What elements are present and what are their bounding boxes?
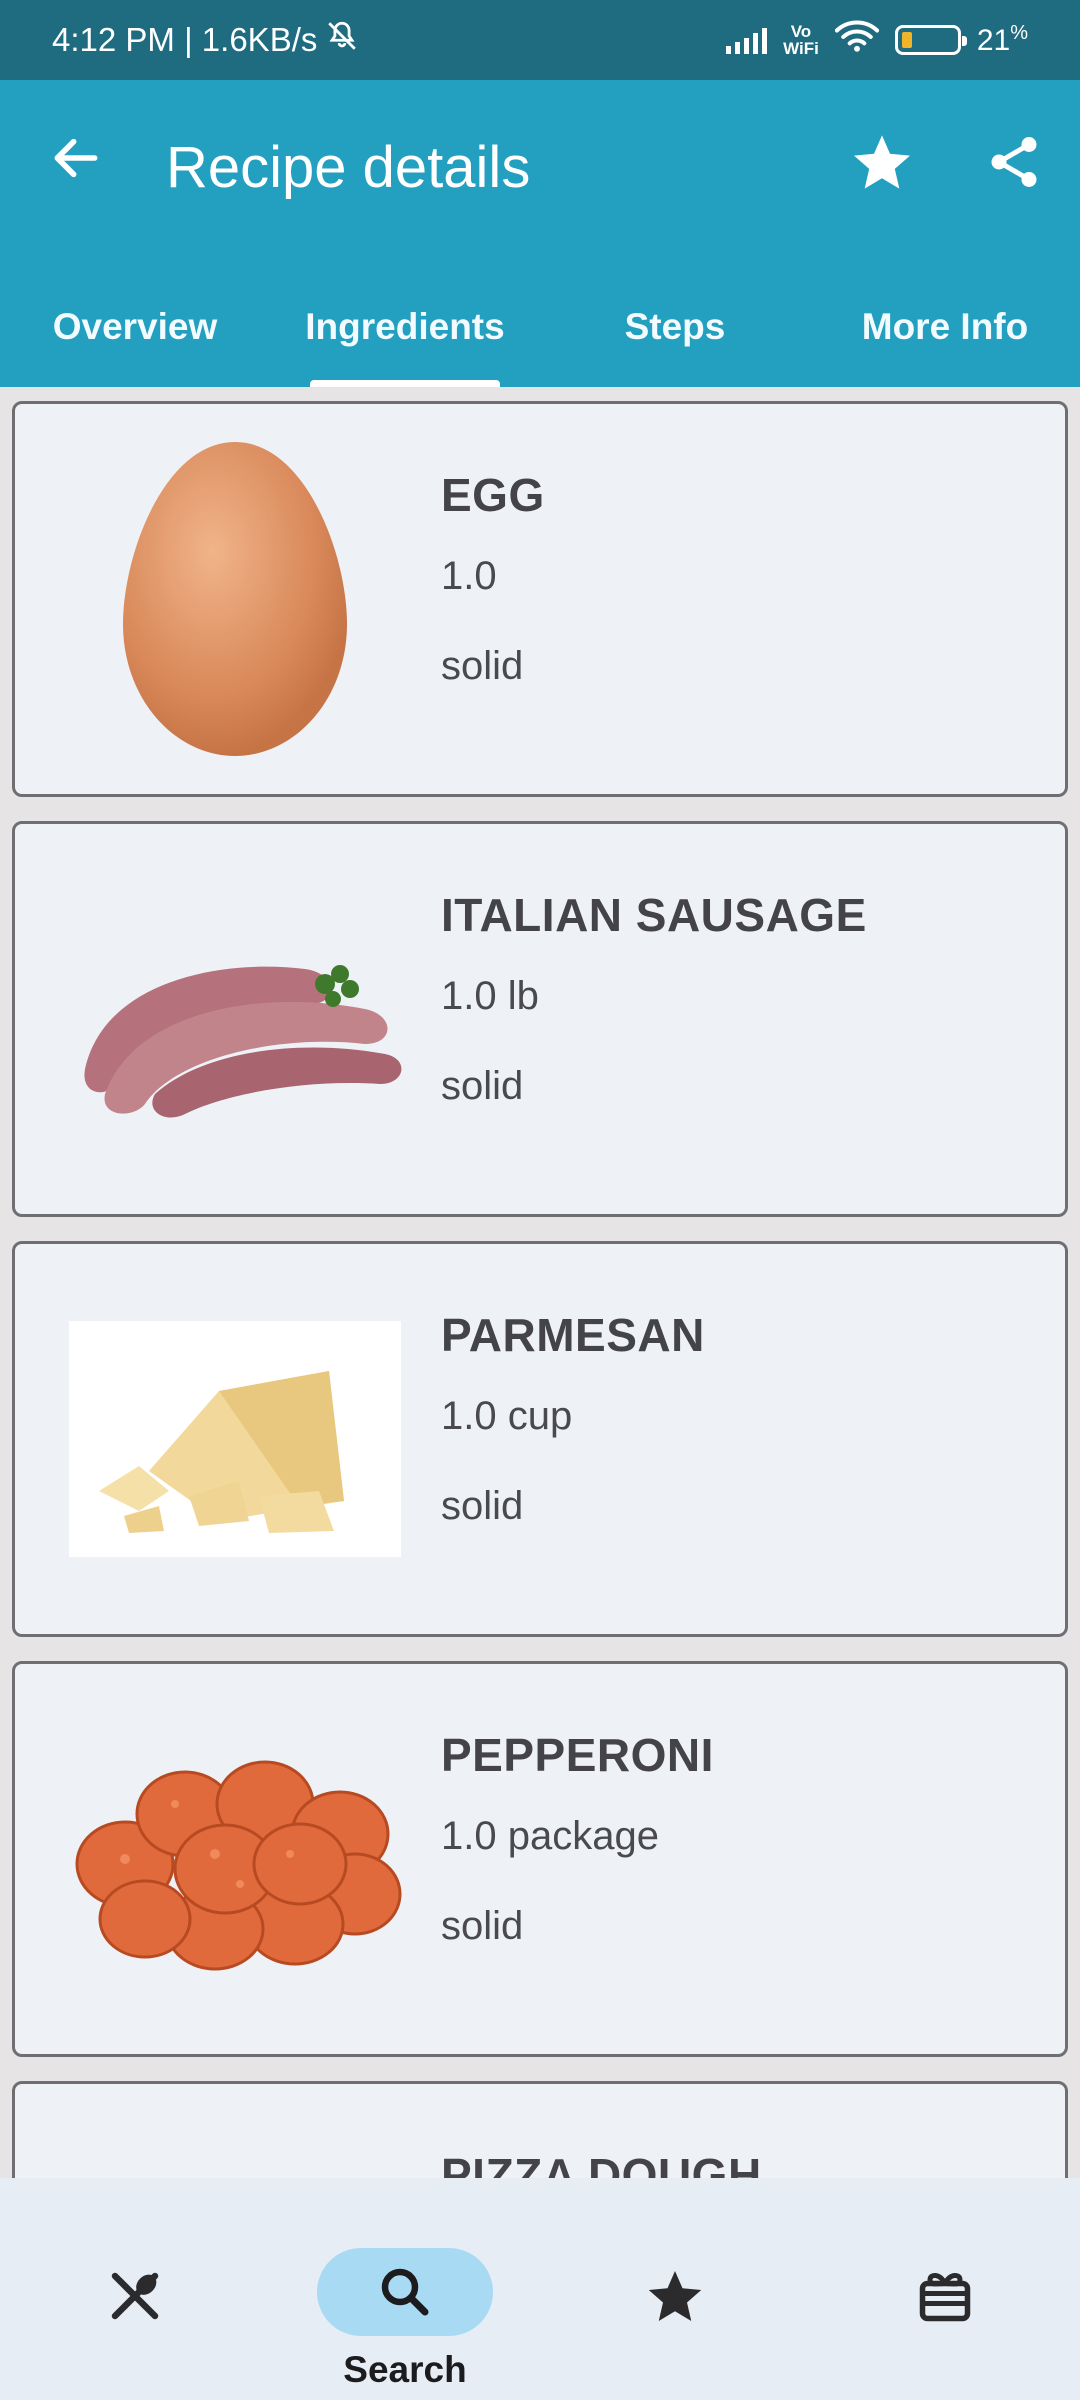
mute-icon [325, 19, 359, 61]
ingredient-name: PARMESAN [441, 1309, 705, 1361]
tab-ingredients[interactable]: Ingredients [270, 290, 540, 387]
signal-icon [726, 26, 768, 54]
ingredient-quantity: 1.0 package [441, 1814, 659, 1858]
ingredients-list[interactable]: EGG 1.0 solid ITALIAN SAUSAGE 1.0 lb sol… [0, 387, 1080, 2178]
ingredient-card[interactable]: PIZZA DOUGH [12, 2081, 1068, 2178]
tab-more-info[interactable]: More Info [810, 290, 1080, 387]
nav-search-label: Search [343, 2349, 467, 2390]
nav-recipes[interactable] [35, 2214, 235, 2374]
ingredient-quantity: 1.0 lb [441, 974, 539, 1018]
battery-unit: % [1010, 22, 1028, 44]
pepperoni-image [65, 1694, 405, 2024]
ingredient-name: PIZZA DOUGH [441, 2149, 762, 2178]
page-title: Recipe details [166, 135, 531, 200]
ingredient-card[interactable]: PARMESAN 1.0 cup solid [12, 1241, 1068, 1637]
ingredient-quantity: 1.0 cup [441, 1394, 573, 1438]
tab-overview[interactable]: Overview [0, 290, 270, 387]
italian-sausage-image [65, 854, 405, 1184]
battery-level: 21 [976, 24, 1011, 57]
arrow-back-icon [54, 138, 98, 178]
status-time-speed: 4:12 PM | 1.6KB/s [52, 21, 318, 58]
status-right: Vo WiFi 21% [726, 19, 1028, 61]
star-icon [854, 135, 910, 189]
share-icon [991, 137, 1037, 187]
gift-box-icon [919, 2273, 971, 2322]
back-button[interactable] [48, 130, 104, 186]
parmesan-image [65, 1274, 405, 1604]
battery-percent: 21% [977, 22, 1028, 58]
pizza-dough-image [65, 2114, 405, 2178]
star-icon [648, 2271, 702, 2321]
vowifi-bottom: WiFi [783, 39, 819, 58]
ingredient-type: solid [441, 1064, 524, 1108]
tab-steps[interactable]: Steps [540, 290, 810, 387]
ingredient-type: solid [441, 644, 524, 688]
ingredient-quantity: 1.0 [441, 554, 497, 598]
ingredient-card[interactable]: EGG 1.0 solid [12, 401, 1068, 797]
battery-icon [894, 25, 967, 55]
app-bar: Recipe details Overview Ingredients Step… [0, 80, 1080, 387]
share-button[interactable] [984, 132, 1044, 192]
vowifi-indicator: Vo WiFi [783, 23, 819, 57]
ingredient-name: PEPPERONI [441, 1729, 714, 1781]
nav-gifts[interactable] [845, 2214, 1045, 2374]
utensils-icon [111, 2272, 159, 2320]
app-bar-row: Recipe details [0, 80, 1080, 260]
egg-image [65, 434, 405, 764]
vowifi-top: Vo [790, 22, 812, 41]
status-left: 4:12 PM | 1.6KB/s [52, 19, 359, 61]
ingredient-name: ITALIAN SAUSAGE [441, 889, 867, 941]
ingredient-type: solid [441, 1904, 524, 1948]
favorite-button[interactable] [850, 130, 914, 194]
tab-bar: Overview Ingredients Steps More Info [0, 290, 1080, 387]
screen: 4:12 PM | 1.6KB/s Vo WiFi 21% Recipe det… [0, 0, 1080, 2400]
ingredient-card[interactable]: ITALIAN SAUSAGE 1.0 lb solid [12, 821, 1068, 1217]
status-bar: 4:12 PM | 1.6KB/s Vo WiFi 21% [0, 0, 1080, 80]
wifi-icon [834, 19, 880, 61]
ingredient-type: solid [441, 1484, 524, 1528]
ingredient-name: EGG [441, 469, 545, 521]
nav-favorites[interactable] [575, 2214, 775, 2374]
search-icon [381, 2268, 429, 2316]
nav-search[interactable]: Search [305, 2214, 505, 2390]
bottom-navigation: Search [0, 2178, 1080, 2400]
ingredient-card[interactable]: PEPPERONI 1.0 package solid [12, 1661, 1068, 2057]
